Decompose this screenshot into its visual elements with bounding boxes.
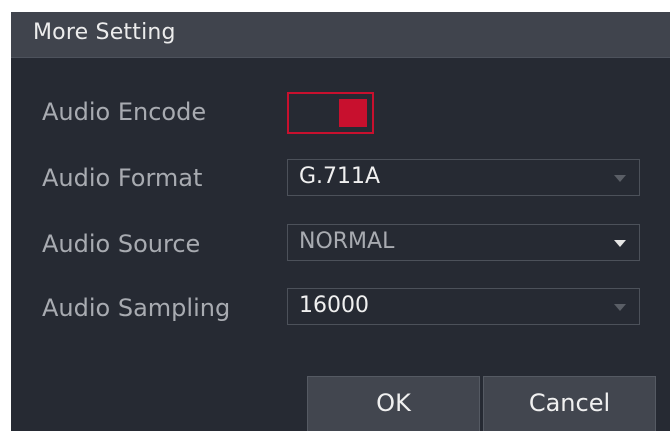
- more-setting-dialog: More Setting Audio Encode Audio Format G…: [11, 12, 670, 431]
- chevron-down-icon: [614, 304, 626, 311]
- audio-sampling-select[interactable]: 16000: [287, 288, 640, 325]
- audio-encode-toggle[interactable]: [287, 92, 374, 134]
- audio-format-label: Audio Format: [42, 164, 203, 192]
- audio-sampling-label: Audio Sampling: [42, 294, 231, 322]
- chevron-down-icon: [614, 240, 626, 247]
- toggle-knob: [339, 99, 367, 127]
- audio-format-value: G.711A: [299, 164, 381, 189]
- audio-source-value: NORMAL: [299, 229, 395, 254]
- cancel-button[interactable]: Cancel: [483, 376, 656, 431]
- audio-format-select[interactable]: G.711A: [287, 159, 640, 196]
- audio-source-select[interactable]: NORMAL: [287, 224, 640, 261]
- dialog-title: More Setting: [33, 20, 176, 45]
- audio-source-label: Audio Source: [42, 230, 201, 258]
- ok-button[interactable]: OK: [307, 376, 480, 431]
- audio-sampling-value: 16000: [299, 293, 369, 318]
- dialog-titlebar: More Setting: [11, 12, 670, 58]
- chevron-down-icon: [614, 175, 626, 182]
- audio-encode-label: Audio Encode: [42, 98, 207, 126]
